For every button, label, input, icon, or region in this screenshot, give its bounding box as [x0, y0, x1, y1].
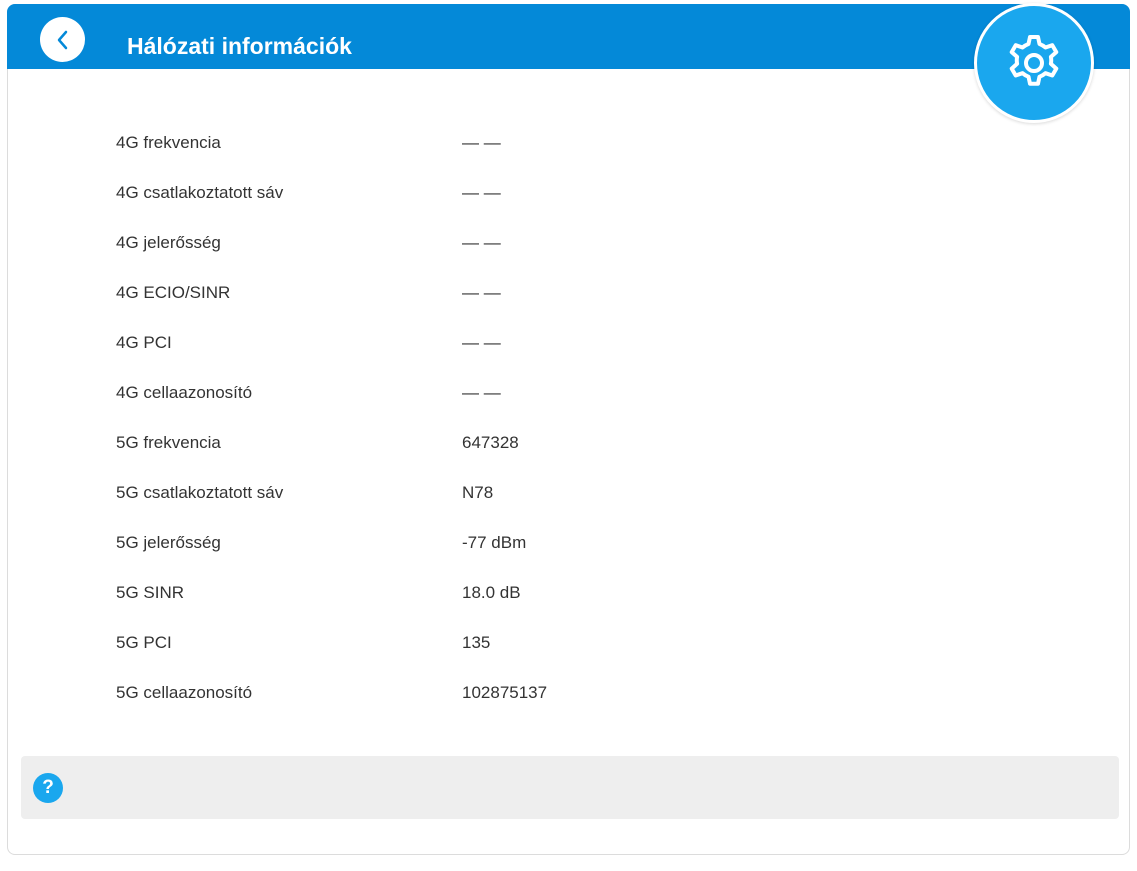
page-header: Hálózati információk	[7, 4, 1130, 69]
help-bar: ?	[21, 756, 1119, 819]
info-value: 135	[462, 633, 491, 652]
help-icon[interactable]: ?	[33, 773, 63, 803]
info-value: 102875137	[462, 683, 548, 702]
info-label: 5G frekvencia	[116, 433, 221, 452]
info-label: 4G cellaazonosító	[116, 383, 253, 402]
info-label: 5G SINR	[116, 583, 185, 602]
info-label: 5G PCI	[116, 633, 172, 652]
info-label: 4G csatlakoztatott sáv	[116, 183, 284, 202]
chevron-left-icon	[57, 30, 67, 49]
info-label: 5G cellaazonosító	[116, 683, 253, 702]
info-value: N78	[462, 483, 494, 502]
page-title: Hálózati információk	[127, 33, 352, 59]
info-label: 4G ECIO/SINR	[116, 283, 231, 302]
info-value: — —	[462, 133, 501, 152]
settings-button[interactable]	[974, 3, 1094, 123]
info-value: — —	[462, 383, 501, 402]
info-value: — —	[462, 233, 501, 252]
info-label: 4G jelerősség	[116, 233, 221, 252]
info-value: -77 dBm	[462, 533, 527, 552]
info-label: 5G csatlakoztatott sáv	[116, 483, 284, 502]
info-value: — —	[462, 283, 501, 302]
back-button[interactable]	[40, 17, 85, 62]
info-value: 18.0 dB	[462, 583, 521, 602]
info-value: 647328	[462, 433, 519, 452]
info-label: 4G frekvencia	[116, 133, 221, 152]
info-value: — —	[462, 183, 501, 202]
info-value: — —	[462, 333, 501, 352]
info-label: 5G jelerősség	[116, 533, 221, 552]
info-label: 4G PCI	[116, 333, 172, 352]
gear-icon	[1009, 35, 1059, 86]
